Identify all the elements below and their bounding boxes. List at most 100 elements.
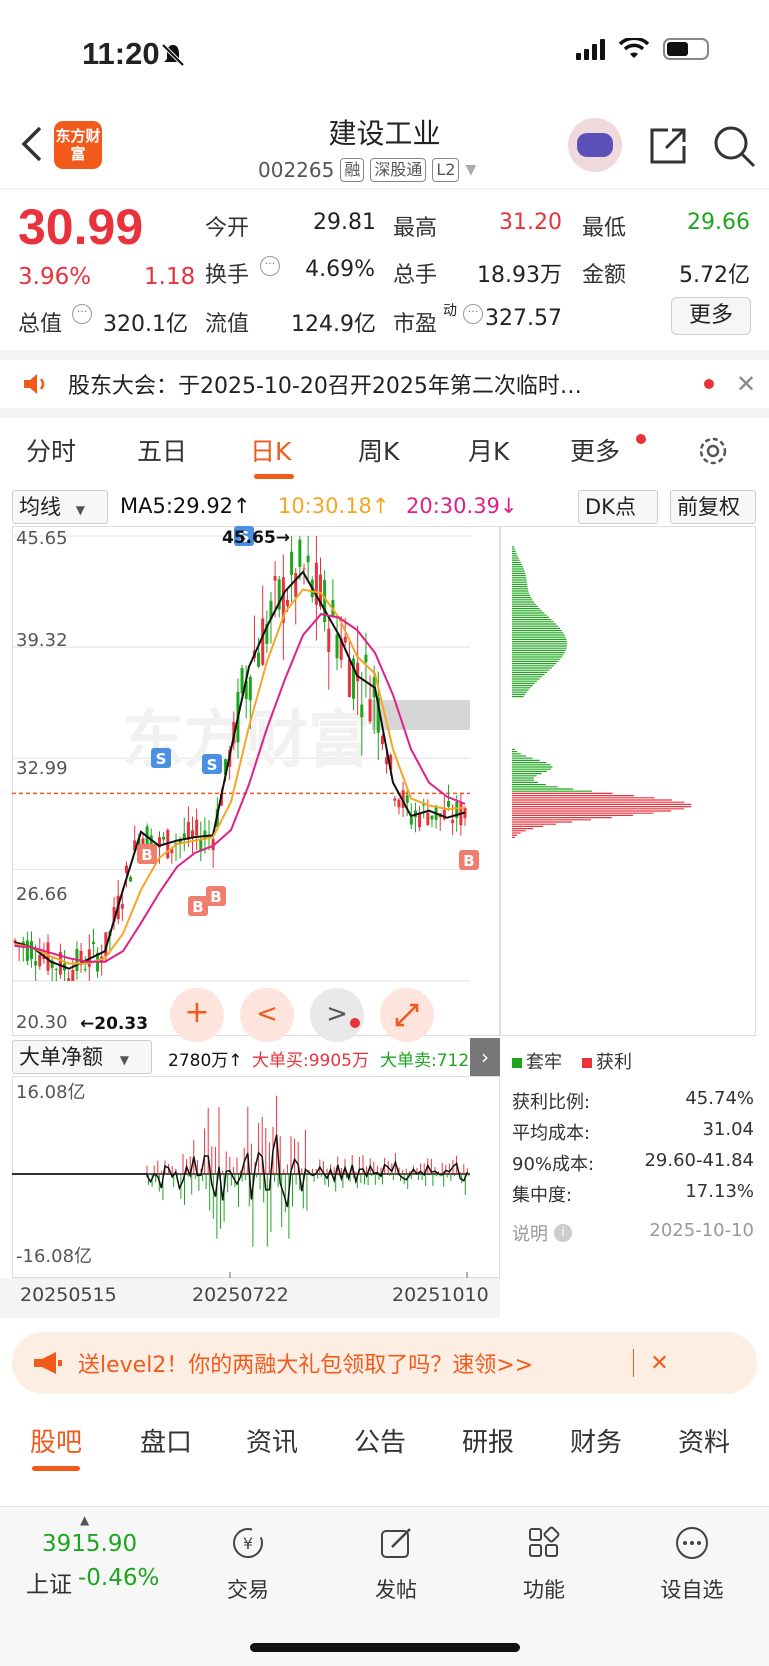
sub-indicator-label: 大单净额 bbox=[19, 1045, 103, 1069]
sub-indicator-select[interactable]: 大单净额 ▼ bbox=[12, 1040, 152, 1074]
volume-label: 总手 bbox=[393, 263, 438, 288]
candle-body bbox=[364, 654, 368, 663]
more-circle-icon bbox=[676, 1527, 708, 1559]
indicator-select[interactable]: 均线 ▼ bbox=[12, 490, 108, 524]
tab-research[interactable]: 研报 bbox=[462, 1422, 514, 1459]
nav-customize[interactable]: 设自选 bbox=[642, 1525, 742, 1604]
candle-body bbox=[67, 978, 71, 981]
svg-text:¥: ¥ bbox=[243, 1534, 253, 1553]
candle-body bbox=[360, 704, 364, 718]
chip-distribution-chart bbox=[512, 546, 692, 838]
tag-margin: 融 bbox=[340, 158, 365, 182]
tab-news[interactable]: 资讯 bbox=[246, 1422, 298, 1459]
stock-subtitle[interactable]: 002265 融 深股通 L2 ▼ bbox=[258, 158, 476, 182]
notice-bar[interactable]: 股东大会：于2025-10-20召开2025年第二次临时… ✕ bbox=[0, 360, 769, 408]
turnover-label: 换手 bbox=[205, 263, 250, 288]
tab-more[interactable]: 更多 bbox=[570, 432, 620, 468]
nav-functions[interactable]: 功能 bbox=[494, 1525, 594, 1604]
index-summary[interactable]: 上证 -0.46% bbox=[26, 1565, 159, 1599]
x-tick-label: 20250722 bbox=[192, 1284, 289, 1306]
x-tick-label: 20250515 bbox=[20, 1284, 117, 1306]
adjust-button[interactable]: 前复权 bbox=[670, 490, 756, 524]
share-icon[interactable] bbox=[646, 124, 690, 172]
float-cap-value: 124.9亿 bbox=[291, 312, 376, 337]
kline-chart[interactable]: 东方财富SS SBBBB bbox=[12, 526, 500, 1036]
note-label: 说明 bbox=[512, 1224, 548, 1245]
mktcap-value: 320.1亿 bbox=[103, 312, 188, 337]
candle-body bbox=[54, 968, 58, 970]
close-icon[interactable]: ✕ bbox=[650, 1351, 668, 1376]
section-divider bbox=[0, 408, 769, 418]
grid-icon bbox=[529, 1526, 560, 1557]
index-name: 上证 bbox=[26, 1572, 72, 1598]
candle-body bbox=[285, 600, 289, 606]
mute-icon bbox=[160, 42, 186, 72]
status-icons bbox=[576, 38, 709, 60]
status-time: 11:20 bbox=[82, 36, 160, 71]
low-value: 29.66 bbox=[687, 210, 750, 235]
concentration-value: 17.13% bbox=[685, 1181, 754, 1202]
turnover-value: 4.69% bbox=[305, 257, 375, 282]
active-tab-indicator bbox=[32, 1466, 80, 1471]
candle-body bbox=[368, 699, 372, 722]
signal-marker-label: B bbox=[141, 846, 152, 864]
banner-text: 送level2！你的两融大礼包领取了吗？速领>> bbox=[78, 1353, 534, 1378]
fullscreen-expand-icon[interactable] bbox=[380, 988, 434, 1042]
big-sell-value: 大单卖:7125万 bbox=[380, 1051, 476, 1071]
banner-separator bbox=[633, 1349, 635, 1377]
expand-up-icon[interactable]: ▲ bbox=[80, 1513, 89, 1527]
active-tab-indicator bbox=[254, 474, 294, 479]
edit-icon bbox=[381, 1528, 411, 1558]
promo-banner[interactable]: 送level2！你的两融大礼包领取了吗？速领>> ✕ bbox=[12, 1332, 757, 1394]
nav-post[interactable]: 发帖 bbox=[346, 1525, 446, 1604]
dk-point-button[interactable]: DK点 bbox=[578, 490, 658, 524]
change-amount: 1.18 bbox=[144, 264, 196, 290]
candle-body bbox=[83, 969, 87, 971]
yen-exchange-icon: ¥ bbox=[233, 1528, 263, 1558]
assistant-avatar[interactable] bbox=[568, 118, 622, 172]
settings-gear-icon[interactable] bbox=[696, 434, 730, 472]
low-label: 最低 bbox=[582, 216, 627, 241]
nav-trade[interactable]: ¥ 交易 bbox=[198, 1525, 298, 1604]
info-dots-icon[interactable]: ··· bbox=[260, 256, 280, 276]
volume-value: 18.93万 bbox=[477, 263, 562, 288]
tab-announcements[interactable]: 公告 bbox=[354, 1422, 406, 1459]
ma-line-ma20 bbox=[14, 613, 466, 963]
candle-body bbox=[195, 819, 199, 836]
tab-forum[interactable]: 股吧 bbox=[30, 1422, 82, 1459]
ma5-label: MA5:29.92↑ bbox=[120, 494, 251, 518]
tab-financials[interactable]: 财务 bbox=[570, 1422, 622, 1459]
tab-daily-k[interactable]: 日K bbox=[250, 432, 291, 468]
collapse-arrow-icon[interactable]: › bbox=[470, 1038, 500, 1076]
more-quote-button[interactable]: 更多 bbox=[671, 297, 751, 335]
high-value: 31.20 bbox=[499, 210, 562, 235]
mktcap-label: 总值 bbox=[18, 312, 63, 337]
tab-profile[interactable]: 资料 bbox=[678, 1422, 730, 1459]
tab-5day[interactable]: 五日 bbox=[137, 432, 187, 468]
tab-monthly-k[interactable]: 月K bbox=[468, 432, 509, 468]
prev-button[interactable]: < bbox=[240, 988, 294, 1042]
tab-intraday[interactable]: 分时 bbox=[26, 432, 76, 468]
index-change: -0.46% bbox=[78, 1565, 160, 1591]
tab-weekly-k[interactable]: 周K bbox=[358, 432, 399, 468]
tag-connect: 深股通 bbox=[370, 158, 427, 182]
next-button[interactable]: > bbox=[310, 988, 364, 1042]
candle-body bbox=[306, 555, 310, 563]
index-value[interactable]: 3915.90 bbox=[42, 1531, 137, 1557]
header-divider bbox=[0, 188, 769, 190]
zoom-in-button[interactable]: + bbox=[170, 988, 224, 1042]
candle-body bbox=[446, 800, 450, 807]
search-icon[interactable] bbox=[712, 124, 756, 172]
y-tick-label: -16.08亿 bbox=[16, 1246, 93, 1267]
close-icon[interactable]: ✕ bbox=[736, 370, 756, 398]
candle-body bbox=[335, 634, 339, 659]
ma-line-ma10 bbox=[14, 588, 466, 965]
next-dot bbox=[350, 1018, 360, 1028]
y-tick-label: 39.32 bbox=[16, 630, 68, 651]
chip-note[interactable]: 说明 i bbox=[512, 1220, 572, 1246]
tab-orderbook[interactable]: 盘口 bbox=[140, 1422, 192, 1459]
info-icon: i bbox=[554, 1224, 572, 1242]
info-dots-icon[interactable]: ··· bbox=[72, 304, 92, 324]
signal-marker: S bbox=[202, 754, 222, 774]
signal-marker: B bbox=[188, 896, 208, 916]
